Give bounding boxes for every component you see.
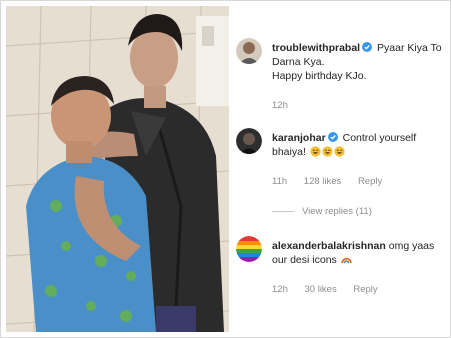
comment-meta: 12h bbox=[272, 100, 302, 111]
post-photo-image bbox=[6, 6, 229, 332]
comment-username[interactable]: alexanderbalakrishnan bbox=[272, 240, 386, 252]
laughing-emoji-icon bbox=[322, 146, 333, 157]
comment-body: karanjohar Control yourself bhaiya! bbox=[272, 131, 445, 159]
laughing-emoji-icon bbox=[334, 146, 345, 157]
comment-meta: 12h 30 likes Reply bbox=[272, 284, 392, 295]
comment-username[interactable]: troublewithprabal bbox=[272, 42, 360, 54]
comment-item: alexanderbalakrishnan omg yaas our desi … bbox=[232, 236, 447, 306]
comment-text-line: Control yourself bbox=[342, 132, 417, 144]
verified-badge-icon bbox=[362, 42, 373, 52]
view-replies-divider bbox=[272, 210, 294, 212]
comment-text-line: omg yaas bbox=[388, 240, 435, 252]
avatar[interactable] bbox=[236, 236, 262, 262]
reply-button[interactable]: Reply bbox=[353, 284, 377, 295]
comment-meta: 11h 128 likes Reply bbox=[272, 176, 396, 187]
comment-item: karanjohar Control yourself bhaiya! 11h … bbox=[232, 128, 447, 224]
comment-time[interactable]: 12h bbox=[272, 284, 288, 295]
comment-likes[interactable]: 30 likes bbox=[305, 284, 337, 295]
comment-likes[interactable]: 128 likes bbox=[304, 176, 342, 187]
verified-badge-icon bbox=[327, 132, 338, 142]
post-photo bbox=[6, 6, 229, 332]
comments-panel: troublewithprabal Pyaar Kiya To Darna Ky… bbox=[232, 6, 447, 332]
comment-text-line: Happy birthday KJo. bbox=[272, 70, 367, 82]
view-replies-label: View replies (11) bbox=[302, 206, 372, 217]
comment-body: troublewithprabal Pyaar Kiya To Darna Ky… bbox=[272, 41, 445, 83]
comment-body: alexanderbalakrishnan omg yaas our desi … bbox=[272, 239, 445, 267]
comment-text-line: bhaiya! bbox=[272, 146, 306, 158]
comment-text-line: our desi icons bbox=[272, 254, 337, 266]
comment-username[interactable]: karanjohar bbox=[272, 132, 326, 144]
avatar[interactable] bbox=[236, 128, 262, 154]
reply-button[interactable]: Reply bbox=[358, 176, 382, 187]
laughing-emoji-icon bbox=[310, 146, 321, 157]
comment-text-line: Darna Kya. bbox=[272, 56, 325, 68]
view-replies-button[interactable]: View replies (11) bbox=[272, 206, 372, 217]
avatar[interactable] bbox=[236, 38, 262, 64]
comment-time[interactable]: 12h bbox=[272, 100, 288, 111]
comment-time[interactable]: 11h bbox=[272, 176, 287, 187]
rainbow-emoji-icon bbox=[340, 258, 352, 264]
comment-item: troublewithprabal Pyaar Kiya To Darna Ky… bbox=[232, 38, 447, 118]
comment-text-line: Pyaar Kiya To bbox=[377, 42, 442, 54]
